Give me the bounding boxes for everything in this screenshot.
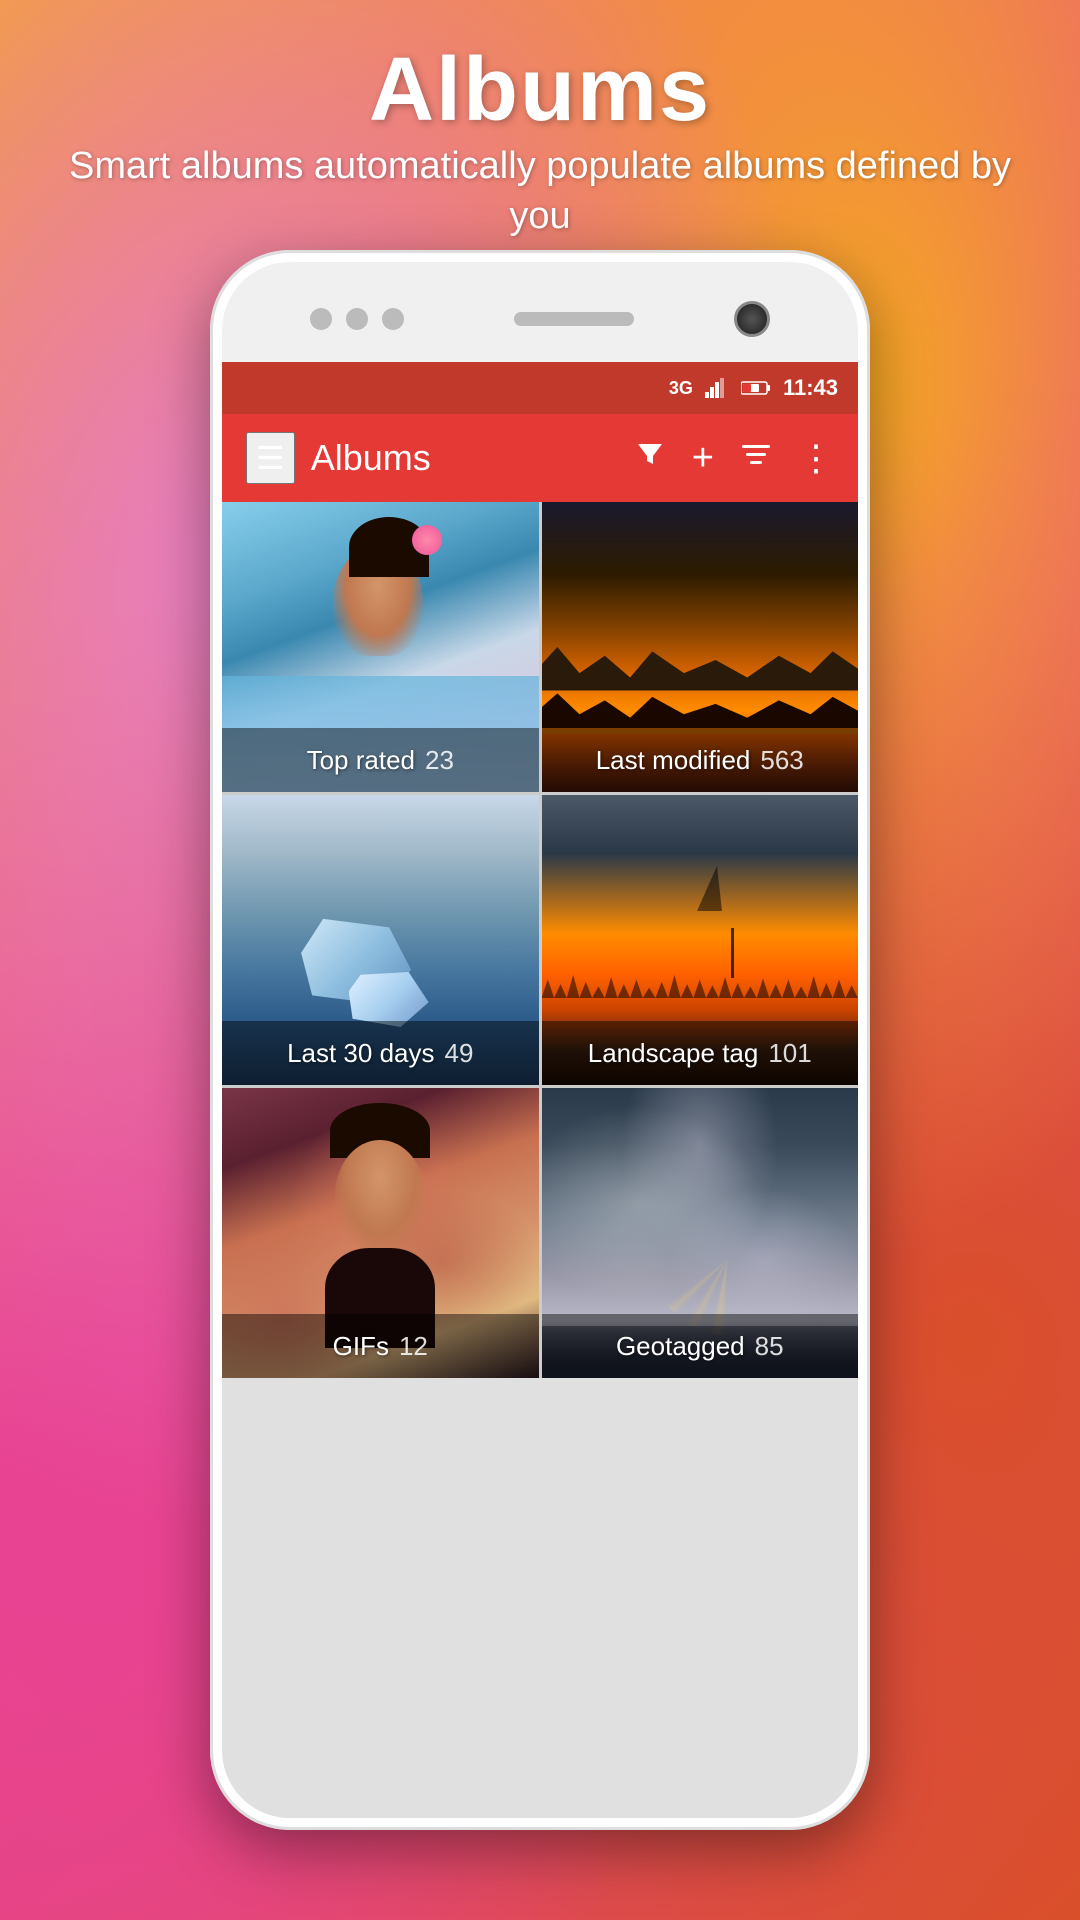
album-count-last-30: 49 [445,1038,474,1069]
album-landscape-tag[interactable]: Landscape tag 101 [542,795,859,1085]
more-button[interactable]: ⋮ [798,440,834,476]
album-name-last-30: Last 30 days [287,1038,434,1069]
album-name-geotagged: Geotagged [616,1331,745,1362]
album-last-modified[interactable]: Last modified 563 [542,502,859,792]
album-label-top-rated: Top rated 23 [222,728,539,792]
phone-inner: 3G 11:43 ☰ Albums [222,262,858,1818]
album-geotagged[interactable]: Geotagged 85 [542,1088,859,1378]
signal-icon [705,378,729,398]
album-count-last-modified: 563 [760,745,803,776]
album-label-last-30: Last 30 days 49 [222,1021,539,1085]
dot-3 [382,308,404,330]
front-camera [734,301,770,337]
battery-icon [741,380,771,396]
album-label-landscape: Landscape tag 101 [542,1021,859,1085]
filter-button[interactable] [636,440,664,476]
album-count-top-rated: 23 [425,745,454,776]
album-label-last-modified: Last modified 563 [542,728,859,792]
status-bar: 3G 11:43 [222,362,858,414]
albums-grid: Top rated 23 Last modified 563 [222,502,858,1378]
album-name-last-modified: Last modified [596,745,751,776]
promo-subtitle: Smart albums automatically populate albu… [0,142,1080,241]
phone-frame: 3G 11:43 ☰ Albums [210,250,870,1830]
album-count-gifs: 12 [399,1331,428,1362]
speaker-slot [514,312,634,326]
rocks-decoration [542,647,859,691]
album-label-geotagged: Geotagged 85 [542,1314,859,1378]
album-label-gifs: GIFs 12 [222,1314,539,1378]
hamburger-button[interactable]: ☰ [246,432,295,484]
album-name-gifs: GIFs [333,1331,389,1362]
album-name-landscape: Landscape tag [588,1038,759,1069]
toolbar-title: Albums [311,437,636,479]
sort-button[interactable] [742,441,770,475]
dot-1 [310,308,332,330]
add-button[interactable]: + [692,439,714,477]
promo-header: Albums Smart albums automatically popula… [0,0,1080,280]
album-top-rated[interactable]: Top rated 23 [222,502,539,792]
album-gifs[interactable]: GIFs 12 [222,1088,539,1378]
phone-hardware-bar [290,294,790,344]
album-count-landscape: 101 [768,1038,811,1069]
phone-screen: 3G 11:43 ☰ Albums [222,362,858,1818]
promo-title: Albums [369,39,711,142]
network-indicator: 3G [669,378,693,399]
album-count-geotagged: 85 [755,1331,784,1362]
album-last-30-days[interactable]: Last 30 days 49 [222,795,539,1085]
speaker-dots [310,308,404,330]
clock: 11:43 [783,375,838,401]
album-name-top-rated: Top rated [307,745,415,776]
dot-2 [346,308,368,330]
app-toolbar: ☰ Albums + [222,414,858,502]
toolbar-actions: + ⋮ [636,439,834,477]
